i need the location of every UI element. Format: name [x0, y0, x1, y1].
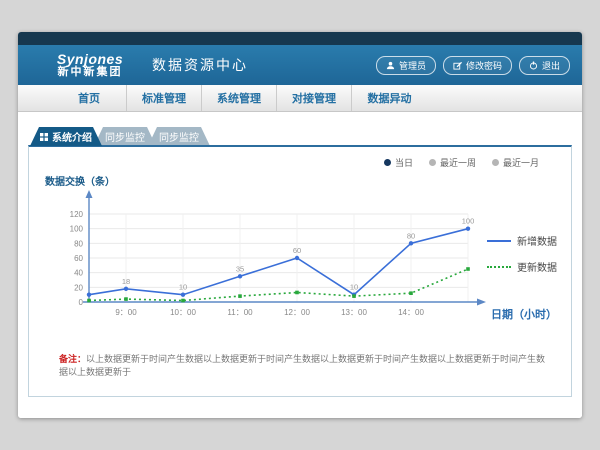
app-header: Synjones 新中新集团 数据资源中心 管理员 修改密码 退出 [18, 45, 582, 85]
note-label: 备注： [59, 354, 86, 364]
radio-label: 最近一周 [440, 156, 476, 169]
legend-label: 新增数据 [517, 233, 557, 248]
chart-panel: 当日 最近一周 最近一月 数据交换（条） 0 20 40 60 80 100 120 9：00 10… [28, 145, 572, 397]
svg-text:11：00: 11：00 [227, 308, 253, 317]
legend-label: 更新数据 [517, 259, 557, 274]
radio-dot-icon [492, 159, 499, 166]
button-label: 管理员 [399, 59, 426, 72]
svg-text:10: 10 [179, 283, 187, 292]
legend-item: 更新数据 [487, 259, 557, 274]
button-label: 修改密码 [466, 59, 502, 72]
chart-legend: 新增数据更新数据 [487, 233, 557, 274]
svg-text:100: 100 [462, 217, 475, 226]
svg-text:80: 80 [74, 239, 83, 248]
svg-text:10：00: 10：00 [170, 308, 196, 317]
svg-text:40: 40 [74, 269, 83, 278]
tab-label: 同步监控 [159, 129, 199, 144]
svg-text:14：00: 14：00 [398, 308, 424, 317]
period-radio[interactable]: 最近一周 [429, 156, 476, 169]
main-nav: 首页标准管理系统管理对接管理数据异动 [18, 85, 582, 112]
power-icon [529, 61, 538, 70]
tab-label: 同步监控 [105, 129, 145, 144]
tab-bar: 系统介绍同步监控同步监控 [30, 127, 202, 146]
nav-item[interactable]: 首页 [52, 85, 127, 111]
user-icon [386, 61, 395, 70]
svg-text:120: 120 [70, 210, 84, 219]
svg-text:9：00: 9：00 [115, 308, 137, 317]
nav-item[interactable]: 对接管理 [277, 85, 352, 111]
header-actions: 管理员 修改密码 退出 [376, 56, 570, 75]
period-radio[interactable]: 当日 [384, 156, 413, 169]
nav-item[interactable]: 数据异动 [352, 85, 427, 111]
svg-text:80: 80 [407, 231, 415, 240]
nav-item[interactable]: 系统管理 [202, 85, 277, 111]
power-button[interactable]: 退出 [519, 56, 570, 75]
page-title: 数据资源中心 [152, 55, 248, 75]
tab[interactable]: 同步监控 [148, 127, 210, 146]
user-button[interactable]: 管理员 [376, 56, 436, 75]
svg-text:日期（小时）: 日期（小时） [491, 307, 557, 321]
legend-item: 新增数据 [487, 233, 557, 248]
note-text: 以上数据更新于时间产生数据以上数据更新于时间产生数据以上数据更新于时间产生数据以… [59, 354, 545, 377]
nav-item[interactable]: 标准管理 [127, 85, 202, 111]
line-chart: 0 20 40 60 80 100 120 9：00 10：00 11：00 12：00 13：00 1… [43, 187, 563, 347]
svg-text:35: 35 [236, 264, 244, 273]
svg-text:18: 18 [122, 277, 130, 286]
logo-company-name: 新中新集团 [44, 67, 136, 79]
legend-swatch [487, 266, 511, 268]
edit-button[interactable]: 修改密码 [443, 56, 512, 75]
period-filters: 当日 最近一周 最近一月 [384, 156, 539, 169]
svg-text:12：00: 12：00 [284, 308, 310, 317]
svg-text:60: 60 [293, 246, 301, 255]
y-axis-title: 数据交换（条） [45, 173, 115, 188]
tab[interactable]: 同步监控 [94, 127, 156, 146]
svg-text:0: 0 [79, 298, 84, 307]
radio-label: 最近一月 [503, 156, 539, 169]
svg-text:10: 10 [350, 283, 358, 292]
app-window: Synjones 新中新集团 数据资源中心 管理员修改密码退出 首页标准管理系统… [18, 32, 582, 418]
svg-text:13：00: 13：00 [341, 308, 367, 317]
grid-icon [40, 133, 48, 141]
tab[interactable]: 系统介绍 [30, 127, 102, 146]
radio-dot-icon [384, 159, 391, 166]
content-area: 系统介绍同步监控同步监控 当日最近一周最近一月 数据交换（条） 02040608… [18, 112, 582, 418]
edit-icon [453, 61, 462, 70]
period-radio[interactable]: 最近一月 [492, 156, 539, 169]
window-top-strip [18, 32, 582, 45]
svg-text:100: 100 [70, 225, 84, 234]
button-label: 退出 [542, 59, 560, 72]
tab-label: 系统介绍 [52, 129, 92, 144]
legend-swatch [487, 240, 511, 242]
footer-note: 备注：以上数据更新于时间产生数据以上数据更新于时间产生数据以上数据更新于时间产生… [59, 353, 547, 378]
radio-label: 当日 [395, 156, 413, 169]
logo-brand-text: Synjones [44, 52, 136, 67]
svg-text:60: 60 [74, 254, 83, 263]
radio-dot-icon [429, 159, 436, 166]
company-logo: Synjones 新中新集团 [44, 52, 136, 78]
svg-text:20: 20 [74, 283, 83, 292]
